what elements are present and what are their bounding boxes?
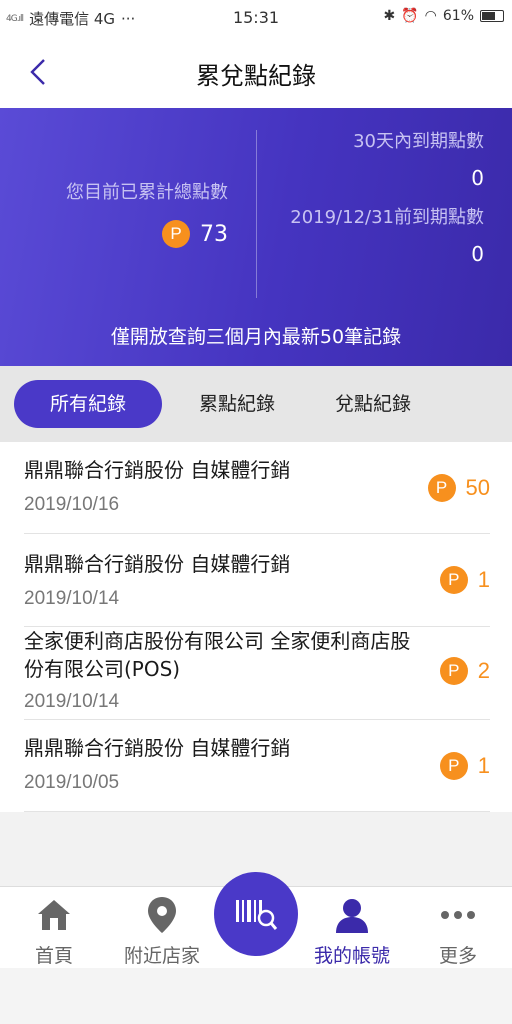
list-item[interactable]: 鼎鼎聯合行銷股份 自媒體行銷 2019/10/14 P 1 — [0, 534, 512, 627]
record-points-value: 1 — [477, 567, 490, 592]
record-date: 2019/10/14 — [24, 691, 120, 712]
record-date: 2019/10/14 — [24, 588, 120, 609]
list-item[interactable]: 鼎鼎聯合行銷股份 自媒體行銷 2019/10/16 P 50 — [0, 442, 512, 534]
record-points-value: 50 — [465, 475, 490, 500]
points-icon: P — [439, 657, 468, 685]
page-title: 累兌點紀錄 — [196, 62, 316, 90]
wifi-icon: ◠ — [424, 8, 437, 24]
alarm-icon: ⏰ — [401, 8, 419, 24]
tab-account[interactable]: 我的帳號 — [302, 895, 402, 968]
record-points-value: 2 — [477, 658, 490, 683]
tab-home-label: 首頁 — [34, 945, 73, 967]
barcode-scan-icon — [236, 900, 278, 930]
home-icon — [38, 900, 70, 930]
battery-icon — [480, 10, 504, 22]
bluetooth-icon: ✱ — [383, 8, 396, 24]
total-points-value: 73 — [200, 221, 228, 247]
points-summary: 您目前已累計總點數 P 73 30天內到期點數 0 2019/12/31前到期點… — [0, 108, 512, 366]
list-item[interactable]: 鼎鼎聯合行銷股份 自媒體行銷 2019/10/05 P 1 — [0, 720, 512, 812]
points-icon: P — [427, 474, 456, 502]
user-icon — [336, 899, 368, 933]
tab-more[interactable]: 更多 — [408, 895, 508, 968]
points-icon: P — [439, 566, 468, 594]
total-points-label: 您目前已累計總點數 — [66, 182, 228, 203]
query-note: 僅開放查詢三個月內最新50筆記錄 — [110, 326, 402, 348]
points-icon: P — [439, 752, 468, 780]
expire-30-label: 30天內到期點數 — [353, 131, 484, 152]
system-nav-bar — [0, 968, 512, 1024]
battery-percent: 61% — [442, 8, 474, 24]
tab-more-label: 更多 — [438, 945, 477, 967]
record-name: 鼎鼎聯合行銷股份 自媒體行銷 — [24, 458, 291, 482]
total-points-block: 您目前已累計總點數 P 73 — [0, 178, 242, 248]
record-points: P 1 — [439, 752, 490, 780]
scan-button[interactable] — [214, 872, 298, 956]
tab-nearby-label: 附近店家 — [123, 945, 200, 967]
record-name: 全家便利商店股份有限公司 全家便利商店股份有限公司(POS) — [24, 629, 411, 681]
record-points: P 1 — [439, 566, 490, 594]
status-right: ✱ ⏰ ◠ 61% — [383, 8, 504, 24]
record-date: 2019/10/16 — [24, 494, 120, 515]
location-pin-icon — [148, 897, 176, 933]
tab-account-label: 我的帳號 — [313, 945, 390, 967]
status-bar: 4G.ıll 遠傳電信 4G ··· 15:31 ✱ ⏰ ◠ 61% — [0, 0, 512, 36]
expiring-points-block: 30天內到期點數 0 2019/12/31前到期點數 0 — [260, 130, 484, 268]
record-tabs: 所有紀錄 累點紀錄 兌點紀錄 — [0, 366, 512, 442]
expire-30-value: 0 — [471, 166, 484, 190]
record-points-value: 1 — [477, 753, 490, 778]
points-icon: P — [162, 220, 190, 248]
record-name: 鼎鼎聯合行銷股份 自媒體行銷 — [24, 552, 291, 576]
tab-home[interactable]: 首頁 — [4, 895, 104, 968]
record-date: 2019/10/05 — [24, 772, 120, 793]
record-name: 鼎鼎聯合行銷股份 自媒體行銷 — [24, 736, 291, 760]
total-points: P 73 — [0, 220, 228, 248]
tab-redeem-records[interactable]: 兌點紀錄 — [308, 380, 438, 428]
divider — [24, 811, 490, 812]
tab-earn-records[interactable]: 累點紀錄 — [172, 380, 302, 428]
nav-bar: 累兌點紀錄 — [0, 36, 512, 108]
list-item[interactable]: 全家便利商店股份有限公司 全家便利商店股份有限公司(POS) 2019/10/1… — [0, 627, 512, 720]
record-list: 鼎鼎聯合行銷股份 自媒體行銷 2019/10/16 P 50 鼎鼎聯合行銷股份 … — [0, 442, 512, 812]
more-dots-icon — [441, 911, 475, 919]
tab-nearby[interactable]: 附近店家 — [112, 895, 212, 968]
record-points: P 2 — [439, 657, 490, 685]
expire-date-value: 0 — [471, 242, 484, 266]
record-points: P 50 — [427, 474, 490, 502]
divider — [256, 130, 257, 298]
expire-date-label: 2019/12/31前到期點數 — [290, 207, 484, 228]
tab-all-records[interactable]: 所有紀錄 — [14, 380, 162, 428]
